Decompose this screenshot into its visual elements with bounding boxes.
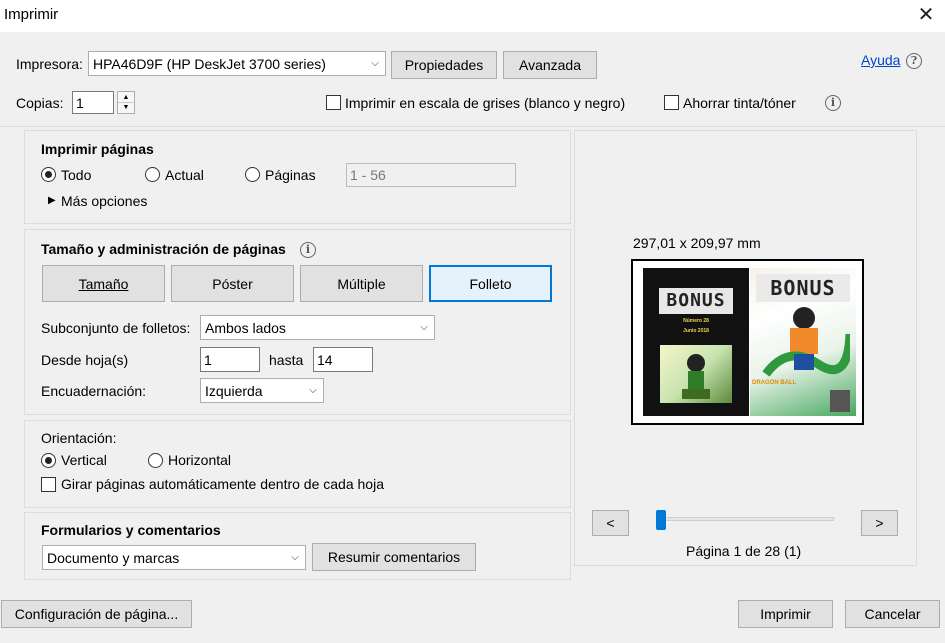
more-options-toggle[interactable]: Más opciones: [61, 193, 147, 209]
landscape-label: Horizontal: [168, 452, 232, 468]
page-slider-thumb[interactable]: [656, 510, 666, 530]
copies-label: Copias:: [16, 95, 64, 111]
save-ink-checkbox[interactable]: [664, 95, 679, 110]
paper-dimensions: 297,01 x 209,97 mm: [633, 235, 761, 251]
tab-poster[interactable]: Póster: [171, 265, 294, 302]
expand-triangle-icon[interactable]: ▶: [48, 195, 56, 206]
binding-value: Izquierda: [205, 382, 263, 399]
portrait-radio[interactable]: [41, 453, 56, 468]
right-page-title: BONUS: [756, 274, 850, 302]
booklet-subset-label: Subconjunto de folletos:: [41, 320, 191, 336]
pages-range-input[interactable]: 1 - 56: [346, 163, 516, 187]
next-page-button[interactable]: >: [861, 510, 898, 536]
character-illustration-icon: [762, 307, 850, 377]
all-pages-radio[interactable]: [41, 167, 56, 182]
right-page-caption: DRAGON BALL: [752, 380, 797, 386]
help-icon[interactable]: ?: [906, 53, 922, 69]
page-indicator: Página 1 de 28 (1): [686, 543, 802, 559]
properties-button[interactable]: Propiedades: [391, 51, 497, 79]
left-page-date: Junio 2018: [683, 328, 709, 334]
preview-left-page: BONUS Número 28 Junio 2018: [643, 268, 749, 416]
print-button[interactable]: Imprimir: [738, 600, 833, 628]
preview-right-page: BONUS DRAGON BALL: [750, 268, 856, 416]
current-page-label: Actual: [165, 167, 204, 183]
pages-label: Páginas: [265, 167, 316, 183]
chevron-down-icon: ⌵: [420, 322, 428, 333]
booklet-subset-select[interactable]: Ambos lados ⌵: [200, 315, 435, 340]
orientation-label: Orientación:: [41, 430, 117, 446]
help-link[interactable]: Ayuda: [861, 52, 900, 68]
forms-title: Formularios y comentarios: [41, 522, 221, 538]
current-page-radio[interactable]: [145, 167, 160, 182]
print-pages-title: Imprimir páginas: [41, 141, 154, 157]
booklet-subset-value: Ambos lados: [205, 319, 286, 336]
printer-select-value: HPA46D9F (HP DeskJet 3700 series): [93, 55, 326, 72]
forms-select[interactable]: Documento y marcas ⌵: [42, 545, 306, 570]
info-icon[interactable]: i: [300, 242, 316, 258]
copies-stepper[interactable]: ▲ ▼: [117, 91, 135, 114]
page-sizing-title: Tamaño y administración de páginas: [41, 241, 286, 257]
grayscale-label: Imprimir en escala de grises (blanco y n…: [345, 95, 626, 111]
cancel-button[interactable]: Cancelar: [845, 600, 940, 628]
binding-select[interactable]: Izquierda ⌵: [200, 378, 324, 403]
page-setup-button[interactable]: Configuración de página...: [1, 600, 192, 628]
pages-radio[interactable]: [245, 167, 260, 182]
all-pages-label: Todo: [61, 167, 92, 183]
page-slider-track[interactable]: [660, 517, 834, 521]
advanced-button[interactable]: Avanzada: [503, 51, 597, 79]
tab-size[interactable]: Tamaño: [42, 265, 165, 302]
left-page-title: BONUS: [659, 288, 733, 314]
chevron-down-icon[interactable]: ▼: [118, 103, 134, 113]
auto-rotate-checkbox[interactable]: [41, 477, 56, 492]
from-sheet-label: Desde hoja(s): [41, 352, 129, 368]
printer-select[interactable]: HPA46D9F (HP DeskJet 3700 series) ⌵: [88, 51, 386, 76]
window-title: Imprimir: [4, 6, 59, 23]
tab-booklet[interactable]: Folleto: [429, 265, 552, 302]
tab-multiple[interactable]: Múltiple: [300, 265, 423, 302]
divider: [0, 126, 945, 127]
title-bar: [0, 0, 945, 32]
binding-label: Encuadernación:: [41, 383, 147, 399]
left-page-image: [660, 345, 732, 403]
chevron-down-icon: ⌵: [371, 58, 379, 69]
save-ink-label: Ahorrar tinta/tóner: [683, 95, 796, 111]
chevron-up-icon[interactable]: ▲: [118, 92, 134, 103]
left-page-subtitle: Número 28: [683, 318, 709, 324]
printer-label: Impresora:: [16, 56, 83, 72]
prev-page-button[interactable]: <: [592, 510, 629, 536]
to-sheet-input[interactable]: 14: [313, 347, 373, 372]
character-illustration-icon: [682, 354, 710, 399]
right-page-thumbnail: [830, 390, 850, 412]
portrait-label: Vertical: [61, 452, 107, 468]
close-icon[interactable]: ✕: [915, 4, 937, 26]
from-sheet-input[interactable]: 1: [200, 347, 260, 372]
copies-input[interactable]: 1: [72, 91, 114, 114]
summarize-comments-button[interactable]: Resumir comentarios: [312, 543, 476, 571]
auto-rotate-label: Girar páginas automáticamente dentro de …: [61, 476, 384, 492]
to-sheet-label: hasta: [269, 352, 304, 368]
chevron-down-icon: ⌵: [309, 385, 317, 396]
preview-sheet: BONUS Número 28 Junio 2018 BONUS DRAGON …: [631, 259, 864, 425]
landscape-radio[interactable]: [148, 453, 163, 468]
forms-select-value: Documento y marcas: [47, 549, 180, 566]
info-icon[interactable]: i: [825, 95, 841, 111]
grayscale-checkbox[interactable]: [326, 95, 341, 110]
chevron-down-icon: ⌵: [291, 552, 299, 563]
